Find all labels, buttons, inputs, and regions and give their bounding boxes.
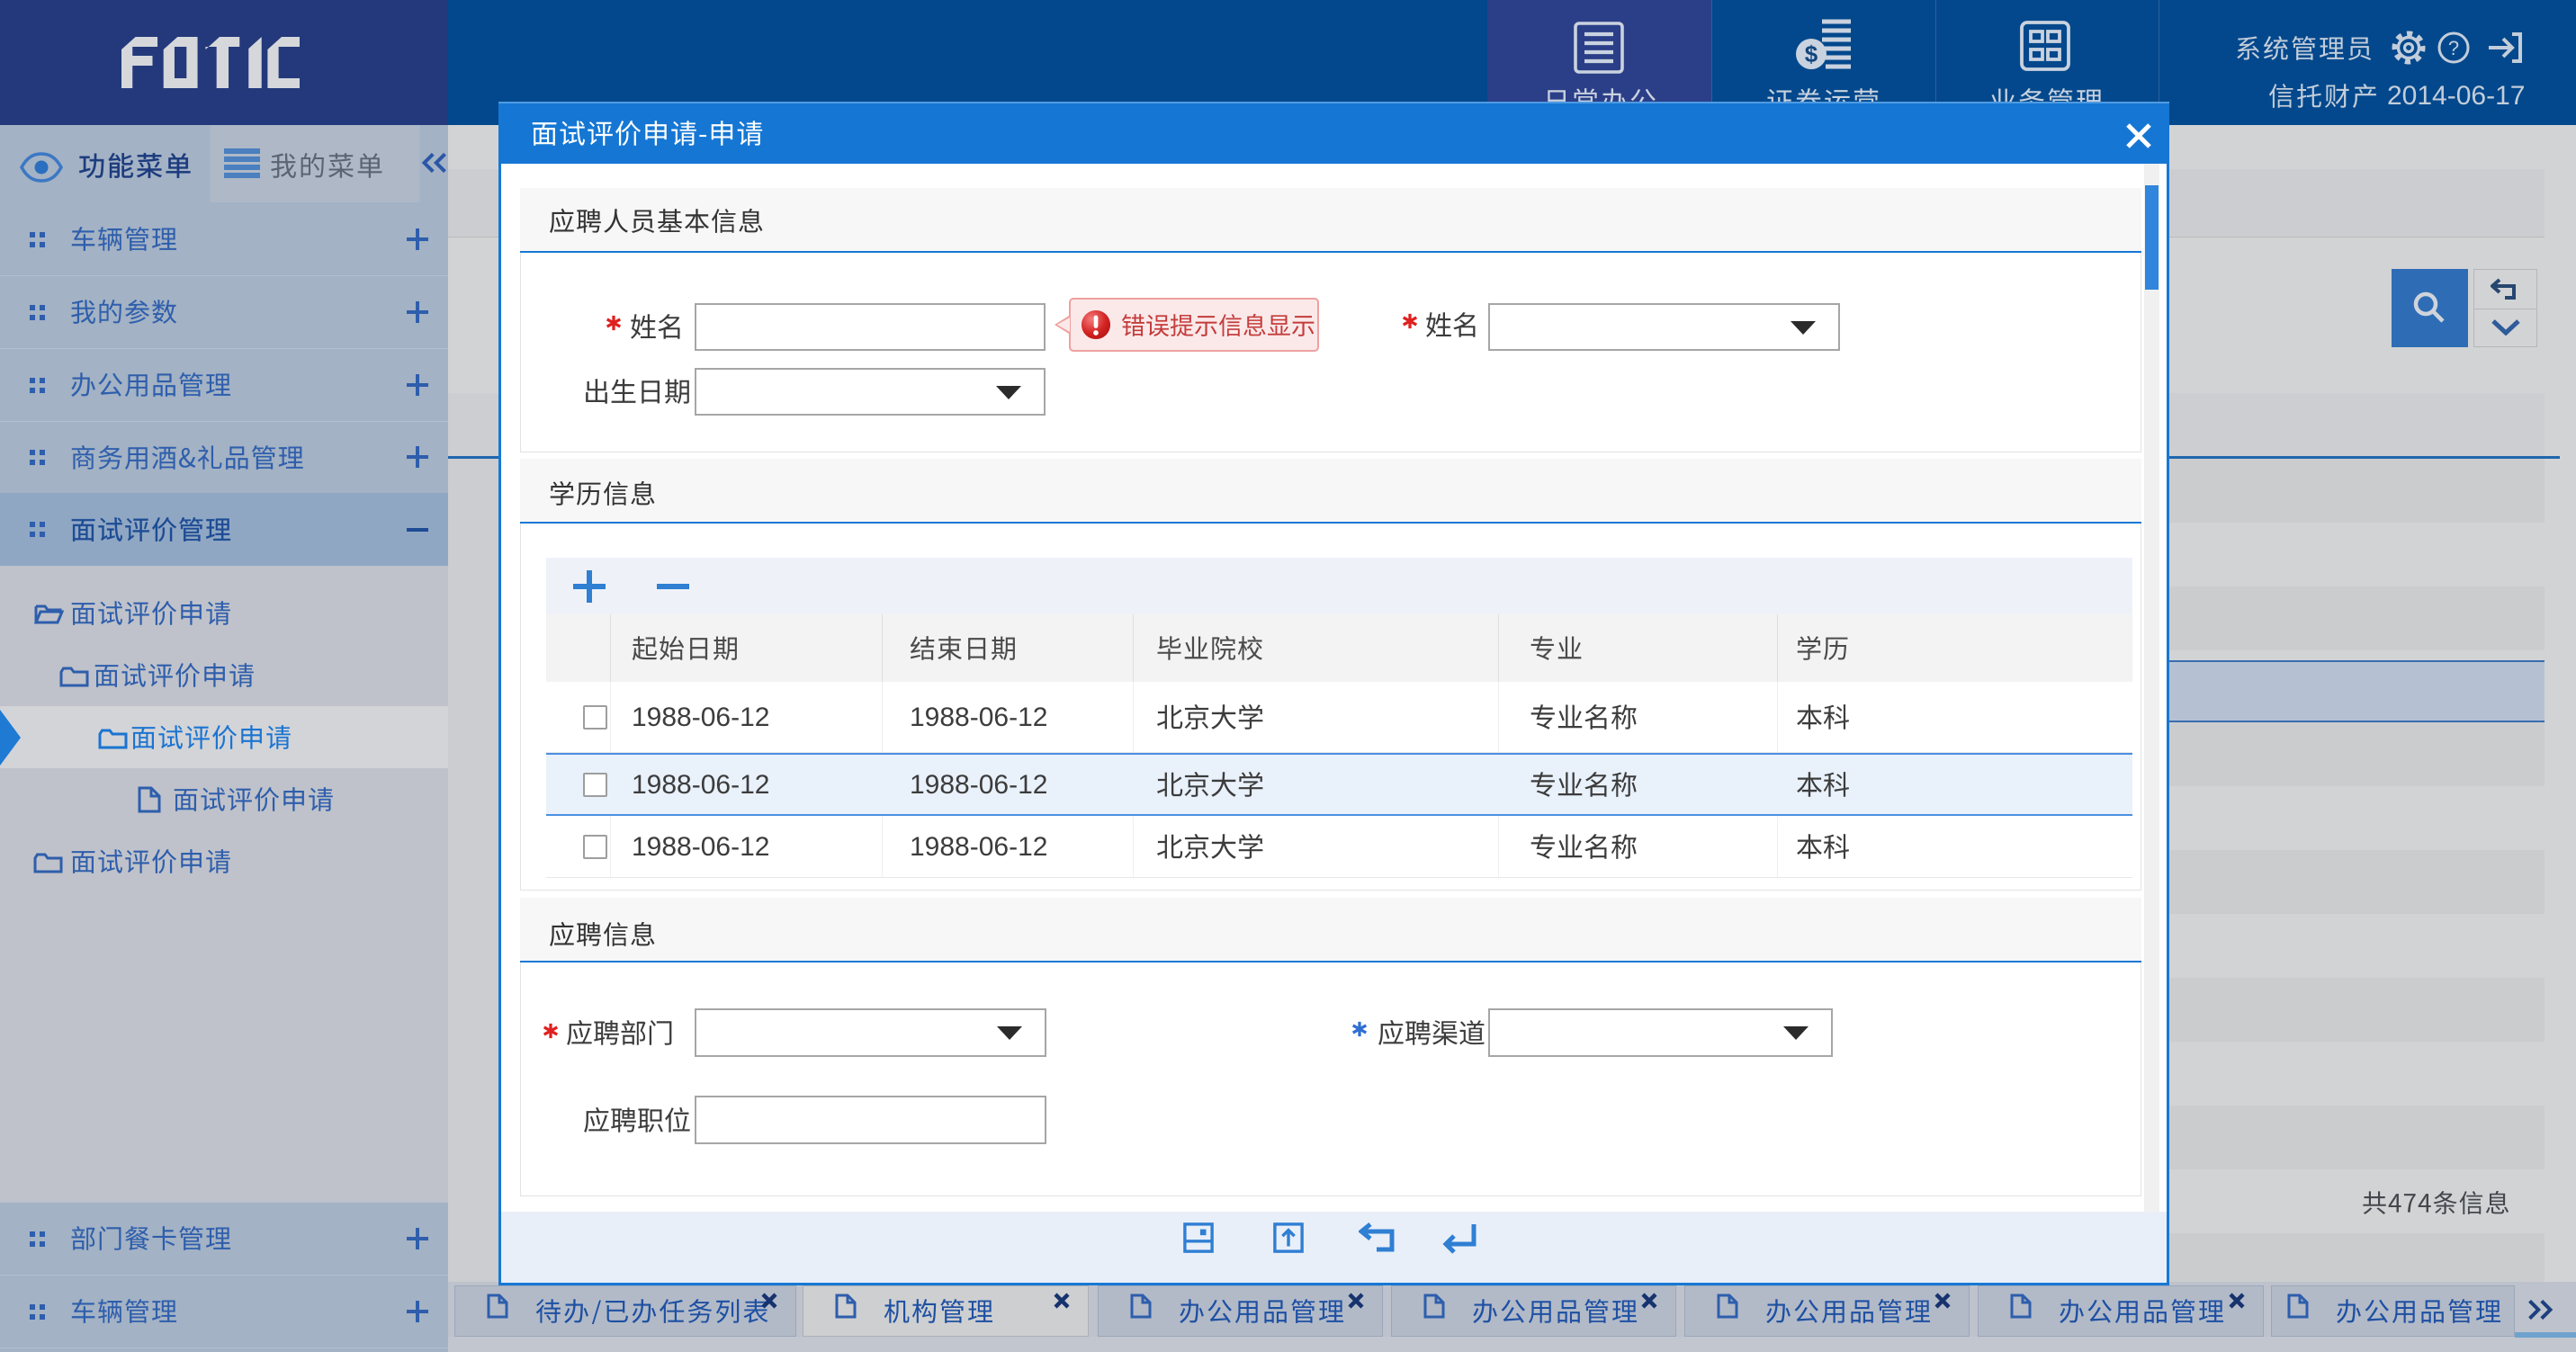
svg-text:$: $	[1805, 40, 1818, 67]
svg-text:?: ?	[2448, 37, 2459, 59]
